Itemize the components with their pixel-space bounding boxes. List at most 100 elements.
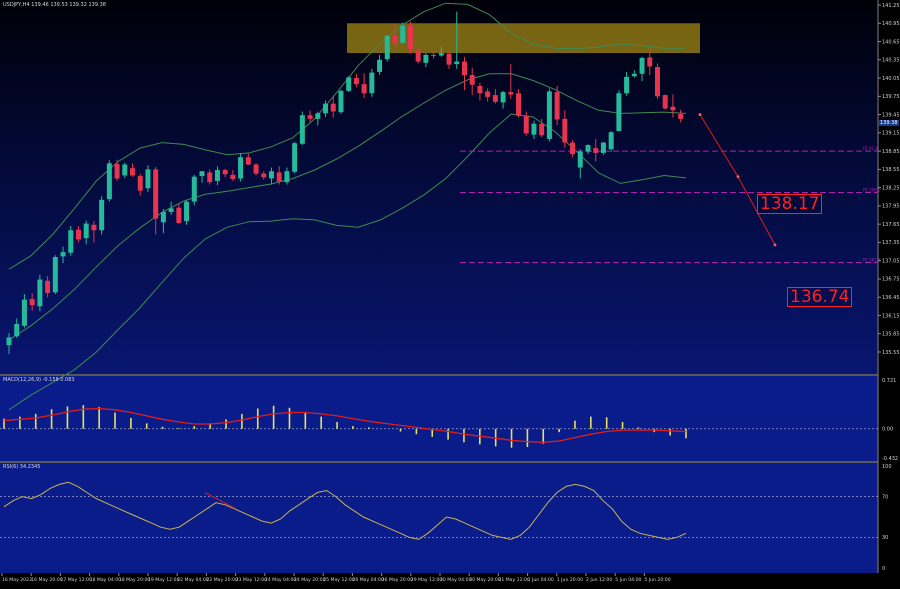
rsi-tick-label: 70 (882, 494, 888, 500)
candle-body (593, 148, 599, 153)
rsi-tick-label: 0 (882, 566, 885, 572)
supply-zone (347, 23, 700, 54)
candle-body (6, 337, 12, 346)
time-tick-label: 1 Jun 20:00 (557, 577, 583, 583)
chart-canvas[interactable]: FE 61.8 FE 100.0 FE 161.8 141.25 140.95 140.… (0, 0, 900, 585)
fib-level-label: FE 61.8 (863, 146, 878, 151)
candle-body (145, 169, 151, 189)
candle-body (114, 163, 120, 179)
projection-point (736, 175, 740, 179)
price-tick-label: 140.35 (882, 58, 900, 64)
candle-body (323, 103, 329, 114)
candle-body (454, 61, 460, 65)
time-tick-label: 19 May 12:00 (148, 577, 180, 583)
candle-body (392, 36, 398, 43)
price-tick-label: 138.55 (882, 167, 900, 173)
candle-body (585, 145, 591, 152)
time-tick-label: 22 May 20:00 (206, 577, 238, 583)
candle-body (207, 172, 213, 183)
target-label-2: 136.74 (787, 287, 853, 307)
candle-body (431, 54, 437, 56)
time-tick-label: 23 May 12:00 (236, 577, 268, 583)
time-tick-label: 5 Jun 20:00 (644, 577, 670, 583)
time-tick-label: 2 Jun 12:00 (586, 577, 612, 583)
candle-body (29, 299, 35, 306)
target-label-1: 138.17 (757, 194, 823, 214)
projection-point (773, 243, 777, 247)
price-tick-label: 140.05 (882, 76, 900, 82)
candle-body (377, 59, 383, 72)
time-tick-label: 29 May 12:00 (411, 577, 443, 583)
macd-tick-label: -0.432 (882, 456, 898, 462)
macd-panel-bg (0, 376, 878, 461)
candle-body (261, 173, 267, 178)
candle-body (238, 157, 244, 179)
candle-body (307, 115, 313, 119)
candle-body (600, 142, 606, 153)
candle-body (253, 164, 259, 174)
price-tick-label: 139.45 (882, 112, 900, 118)
candle-body (647, 57, 653, 67)
candle-body (608, 132, 614, 150)
candle-body (83, 223, 89, 239)
price-tick-label: 139.75 (882, 94, 900, 100)
candle-body (415, 50, 421, 62)
candle-body (137, 176, 143, 191)
candle-body (631, 73, 637, 77)
candle-body (477, 85, 483, 94)
price-tick-label: 139.15 (882, 131, 900, 137)
current-price-tag: 139.38 (879, 120, 899, 126)
candle-body (508, 92, 514, 95)
trading-window: FE 61.8 FE 100.0 FE 161.8 141.25 140.95 140.… (0, 0, 900, 585)
time-tick-label: 18 May 04:00 (90, 577, 122, 583)
price-tick-label: 136.75 (882, 277, 900, 283)
candle-body (624, 76, 630, 94)
time-tick-label: 18 May 20:00 (119, 577, 151, 583)
candle-body (485, 91, 491, 97)
candle-body (523, 115, 529, 134)
fib-level-label: FE 100.0 (863, 188, 881, 193)
time-tick-label: 30 May 04:00 (440, 577, 472, 583)
candle-body (338, 90, 344, 113)
candle-body (75, 229, 81, 240)
candle-body (446, 53, 452, 65)
candle-body (670, 106, 676, 111)
macd-tick-label: 0.721 (882, 378, 896, 384)
candle-body (639, 57, 645, 74)
candle-body (554, 92, 560, 120)
candle-body (407, 26, 413, 49)
macd-tick-label: 0.00 (882, 427, 893, 433)
candle-body (500, 92, 506, 103)
candle-body (516, 93, 522, 116)
time-tick-label: 16 May 2023 (2, 577, 32, 583)
projection-point (698, 113, 702, 116)
candle-body (384, 36, 390, 60)
candle-body (361, 84, 367, 94)
price-tick-label: 140.65 (882, 39, 900, 45)
candle-body (400, 25, 406, 43)
time-tick-label: 5 Jun 04:00 (615, 577, 641, 583)
candle-body (168, 208, 174, 212)
candle-body (492, 95, 498, 102)
rsi-tick-label: 100 (882, 464, 892, 470)
candle-body (184, 201, 190, 222)
candle-body (461, 61, 467, 76)
symbol-info: USDJPY,H4 139.46 139.53 139.32 139.38 (3, 2, 106, 8)
candle-body (654, 67, 660, 97)
candle-body (315, 113, 321, 119)
candle-body (160, 211, 166, 223)
candle-body (662, 95, 668, 109)
candle-body (469, 75, 475, 85)
candle-body (60, 252, 66, 257)
candle-body (222, 169, 228, 175)
candle-body (214, 169, 220, 181)
candle-body (130, 168, 136, 176)
price-tick-label: 135.85 (882, 332, 900, 338)
time-tick-label: 26 May 04:00 (352, 577, 384, 583)
candle-body (577, 151, 583, 168)
time-tick-label: 30 May 20:00 (469, 577, 501, 583)
candle-body (245, 157, 251, 165)
fib-level-label: FE 161.8 (863, 258, 881, 263)
time-tick-label: 17 May 12:00 (60, 577, 92, 583)
candle-body (353, 78, 359, 85)
